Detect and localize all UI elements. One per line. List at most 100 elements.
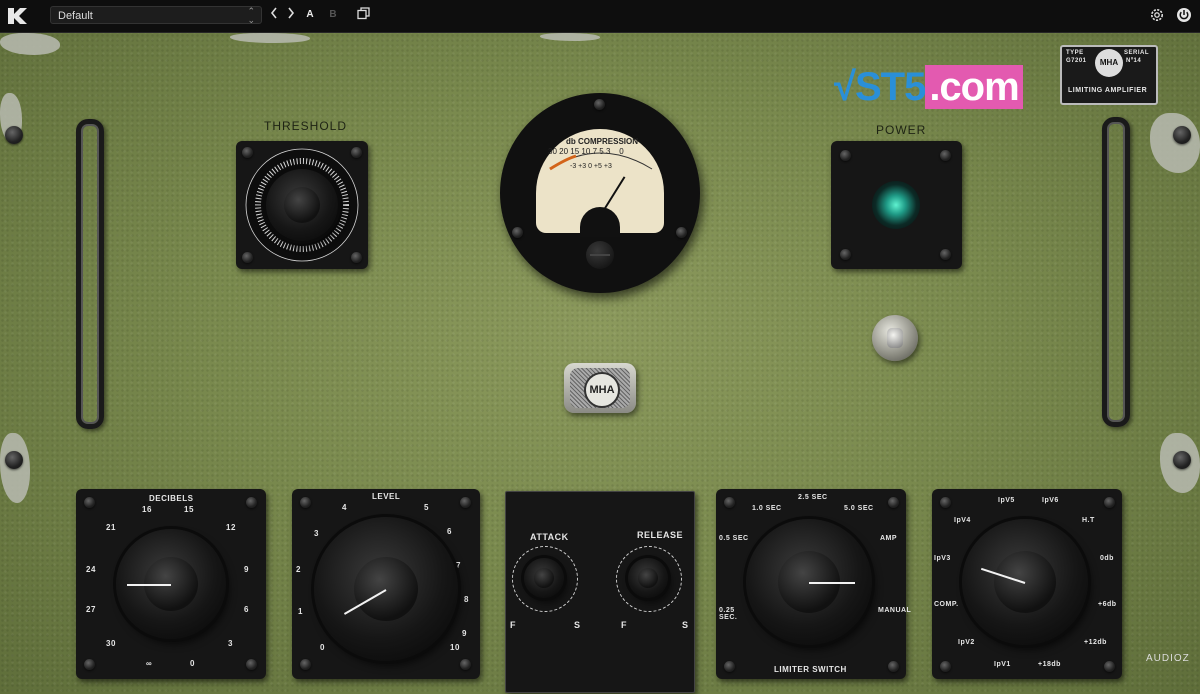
screw <box>940 249 951 260</box>
level-tick: 2 <box>296 565 301 574</box>
screw <box>676 227 687 238</box>
screw <box>5 451 23 469</box>
next-preset-button[interactable] <box>285 7 297 23</box>
limiter-switch-knob[interactable] <box>746 519 872 645</box>
threshold-label: THRESHOLD <box>264 119 348 133</box>
settings-button[interactable] <box>1148 7 1166 23</box>
decibels-tick: 9 <box>244 565 249 574</box>
level-tick: 9 <box>462 629 467 638</box>
kilohearts-logo-icon[interactable] <box>5 6 33 26</box>
limiter-tick: 0.5 SEC <box>719 535 749 542</box>
decibels-tick: ∞ <box>146 659 153 668</box>
attack-slow-label: S <box>574 620 581 630</box>
decibels-tick: 15 <box>184 505 194 514</box>
attack-label: ATTACK <box>530 532 569 542</box>
selector-tick: IpV6 <box>1042 497 1059 504</box>
level-tick: 6 <box>447 527 452 536</box>
bypass-power-button[interactable] <box>1175 7 1193 23</box>
screw <box>84 497 95 508</box>
selector-tick: +6db <box>1098 601 1117 608</box>
decibels-knob[interactable] <box>116 529 226 639</box>
level-tick: 10 <box>450 643 460 652</box>
preset-selector[interactable]: Default ⌃ ⌄ <box>50 6 262 25</box>
screw <box>1104 661 1115 672</box>
left-handle <box>76 119 104 429</box>
mha-logo: MHA <box>584 372 620 408</box>
decibels-tick: 30 <box>106 639 116 648</box>
selector-tick: 0db <box>1100 555 1114 562</box>
release-fast-label: F <box>621 620 627 630</box>
release-knob[interactable] <box>628 558 668 598</box>
limiter-switch-plate: 2.5 SEC 1.0 SEC 5.0 SEC 0.5 SEC AMP 0.25… <box>716 489 911 679</box>
selector-tick: IpV4 <box>954 517 971 524</box>
chevron-right-icon <box>288 7 295 19</box>
meter-zero-adjust[interactable] <box>586 241 614 269</box>
screw <box>84 659 95 670</box>
plugin-toolbar: Default ⌃ ⌄ A B <box>0 0 1200 33</box>
screw <box>246 497 257 508</box>
selector-tick: IpV2 <box>958 639 975 646</box>
copy-icon <box>356 7 370 20</box>
meter-selector-knob[interactable] <box>962 519 1088 645</box>
nameplate: TYPE G7201 SERIAL Nº14 MHA LIMITING AMPL… <box>1060 45 1158 105</box>
limiter-tick: 0.25 SEC. <box>719 607 738 621</box>
level-plate: LEVEL 4 5 3 6 7 2 8 1 9 0 10 <box>292 489 480 679</box>
nameplate-serial-label: SERIAL <box>1124 50 1150 56</box>
level-tick: 1 <box>298 607 303 616</box>
attack-fast-label: F <box>510 620 516 630</box>
preset-updown-icon: ⌃ ⌄ <box>247 6 255 25</box>
screw <box>840 249 851 260</box>
screw <box>246 659 257 670</box>
attack-knob[interactable] <box>524 558 564 598</box>
level-tick: 0 <box>320 643 325 652</box>
ab-b-button[interactable]: B <box>327 7 339 23</box>
screw <box>940 497 951 508</box>
limiter-pointer <box>809 582 855 584</box>
copy-button[interactable] <box>355 7 371 23</box>
power-icon <box>1177 8 1191 22</box>
selector-tick: IpV1 <box>994 661 1011 668</box>
power-toggle-switch[interactable] <box>872 315 918 361</box>
preset-name: Default <box>58 10 93 22</box>
decibels-tick: 24 <box>86 565 96 574</box>
release-slow-label: S <box>682 620 689 630</box>
threshold-knob[interactable] <box>266 169 338 241</box>
previous-preset-button[interactable] <box>268 7 280 23</box>
attack-release-plate: ATTACK RELEASE F S F S <box>505 491 695 693</box>
audioz-watermark: AUDIOZ <box>1146 653 1190 664</box>
ab-a-button[interactable]: A <box>304 7 316 23</box>
power-lamp-plate <box>831 141 962 269</box>
screw <box>1173 451 1191 469</box>
screw <box>940 661 951 672</box>
decibels-tick: 16 <box>142 505 152 514</box>
faceplate-panel: THRESHOLD db COMPRESSION 30 20 15 10 7 5 <box>0 33 1200 694</box>
meter-face: db COMPRESSION 30 20 15 10 7 5 3 0 -3 +3… <box>536 129 664 237</box>
screw <box>512 227 523 238</box>
level-knob[interactable] <box>314 517 458 661</box>
selector-tick: H.T <box>1082 517 1095 524</box>
mha-badge: MHA <box>564 363 636 413</box>
gear-icon <box>1151 9 1163 21</box>
selector-tick: +12db <box>1084 639 1107 646</box>
decibels-plate: DECIBELS 16 15 21 12 24 9 27 6 30 3 ∞ 0 <box>76 489 266 679</box>
screw <box>300 659 311 670</box>
nameplate-title: LIMITING AMPLIFIER <box>1068 87 1148 94</box>
screw <box>940 150 951 161</box>
decibels-tick: 12 <box>226 523 236 532</box>
nameplate-logo: MHA <box>1095 49 1123 77</box>
limiter-switch-label: LIMITER SWITCH <box>774 665 847 674</box>
screw <box>1104 497 1115 508</box>
nameplate-serial-value: Nº14 <box>1126 58 1142 64</box>
limiter-tick: MANUAL <box>878 607 912 614</box>
decibels-pointer <box>127 584 171 586</box>
screw <box>5 126 23 144</box>
decibels-tick: 3 <box>228 639 233 648</box>
screw <box>724 661 735 672</box>
level-tick: 4 <box>342 503 347 512</box>
level-tick: 7 <box>456 561 461 570</box>
decibels-tick: 0 <box>190 659 195 668</box>
screw <box>460 659 471 670</box>
selector-tick: IpV3 <box>934 555 951 562</box>
right-handle <box>1102 117 1130 427</box>
nameplate-type-label: TYPE <box>1066 50 1084 56</box>
